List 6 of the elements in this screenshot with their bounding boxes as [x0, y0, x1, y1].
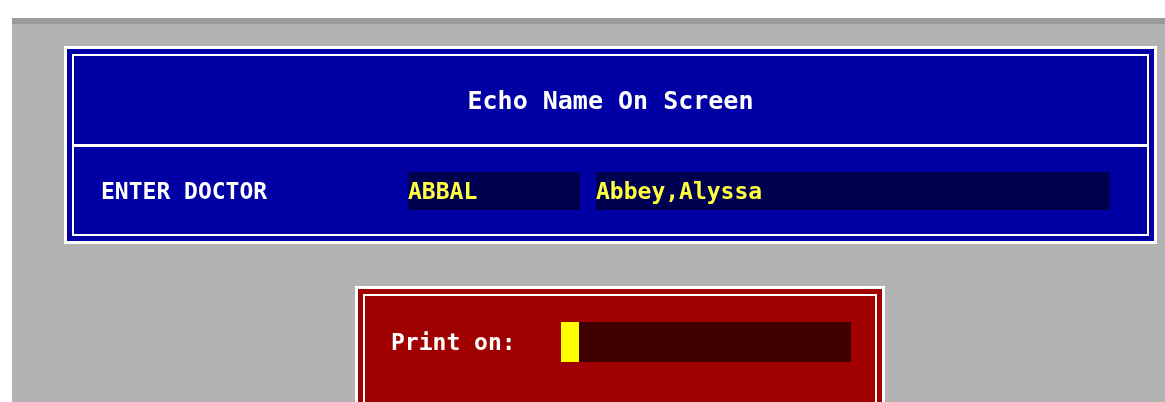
- window-title: Echo Name On Screen: [467, 85, 754, 115]
- doctor-code-field[interactable]: ABBAL: [408, 171, 580, 210]
- doctor-name-field[interactable]: Abbey,Alyssa: [596, 171, 1110, 210]
- field-label: ENTER DOCTOR: [101, 177, 269, 204]
- print-on-field[interactable]: [561, 322, 851, 362]
- print-on-label: Print on:: [391, 328, 517, 357]
